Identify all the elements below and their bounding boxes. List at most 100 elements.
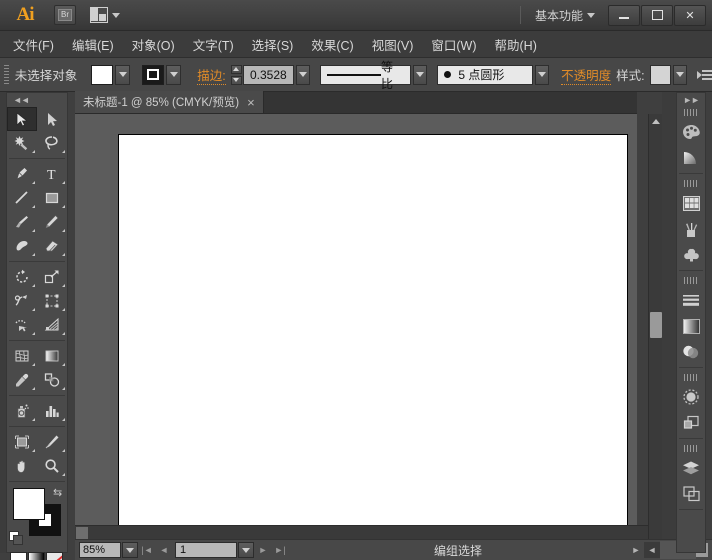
fill-swatch[interactable] bbox=[91, 65, 113, 85]
swatches-panel-icon[interactable] bbox=[678, 190, 704, 216]
fill-dropdown-button[interactable] bbox=[115, 65, 130, 85]
zoom-tool[interactable] bbox=[37, 454, 67, 478]
menu-select[interactable]: 选择(S) bbox=[243, 32, 303, 57]
status-collapse-button[interactable]: ◄ bbox=[644, 542, 660, 558]
lasso-tool[interactable] bbox=[37, 131, 67, 155]
rectangle-tool[interactable] bbox=[37, 186, 67, 210]
stroke-profile-dropdown-button[interactable] bbox=[413, 65, 427, 85]
graphic-style-dropdown-button[interactable] bbox=[673, 65, 687, 85]
brushes-panel-icon[interactable] bbox=[678, 216, 704, 242]
stroke-weight-label[interactable]: 描边: bbox=[197, 65, 225, 85]
launch-bridge-button[interactable]: Br bbox=[54, 5, 76, 25]
menu-effect[interactable]: 效果(C) bbox=[302, 32, 362, 57]
graphic-style-swatch[interactable] bbox=[650, 65, 671, 85]
gradient-panel-icon[interactable] bbox=[678, 313, 704, 339]
gradient-tool[interactable] bbox=[37, 344, 67, 368]
default-fill-stroke-icon[interactable] bbox=[9, 531, 22, 544]
transparency-panel-icon[interactable] bbox=[678, 339, 704, 365]
minimize-button[interactable] bbox=[608, 5, 640, 26]
pencil-tool[interactable] bbox=[37, 210, 67, 234]
canvas-area[interactable] bbox=[75, 114, 637, 539]
horizontal-scrollbar[interactable] bbox=[75, 525, 648, 539]
paintbrush-tool[interactable] bbox=[7, 210, 37, 234]
control-panel-menu-icon[interactable] bbox=[697, 67, 712, 83]
next-artboard-button[interactable]: ► bbox=[255, 542, 271, 558]
blend-tool[interactable] bbox=[37, 368, 67, 392]
stroke-weight-input[interactable]: 0.3528 bbox=[243, 65, 294, 85]
symbols-panel-icon[interactable] bbox=[678, 242, 704, 268]
menu-edit[interactable]: 编辑(E) bbox=[63, 32, 123, 57]
dock-group-grip[interactable] bbox=[684, 445, 698, 452]
fill-color-control[interactable] bbox=[91, 65, 130, 85]
dock-group-grip[interactable] bbox=[684, 374, 698, 381]
status-expand-button[interactable]: ► bbox=[628, 542, 644, 558]
control-bar-grip[interactable] bbox=[4, 65, 9, 85]
brush-definition-dropdown-button[interactable] bbox=[535, 65, 549, 85]
scroll-up-icon[interactable] bbox=[649, 114, 663, 128]
blob-brush-tool[interactable] bbox=[7, 234, 37, 258]
previous-artboard-button[interactable]: ◄ bbox=[156, 542, 172, 558]
menu-view[interactable]: 视图(V) bbox=[363, 32, 423, 57]
gradient-mode-button[interactable] bbox=[28, 552, 45, 560]
menu-window[interactable]: 窗口(W) bbox=[422, 32, 485, 57]
color-panel-icon[interactable] bbox=[678, 119, 704, 145]
pen-tool[interactable] bbox=[7, 162, 37, 186]
artboard-tool[interactable] bbox=[7, 430, 37, 454]
none-mode-button[interactable] bbox=[46, 552, 63, 560]
eraser-tool[interactable] bbox=[37, 234, 67, 258]
close-icon[interactable]: × bbox=[247, 95, 255, 110]
direct-selection-tool[interactable] bbox=[37, 107, 67, 131]
appearance-panel-icon[interactable] bbox=[678, 384, 704, 410]
rotate-tool[interactable] bbox=[7, 265, 37, 289]
toolbox-collapse-button[interactable]: ◄◄ bbox=[7, 93, 67, 107]
stroke-weight-stepper[interactable] bbox=[231, 65, 242, 85]
opacity-label[interactable]: 不透明度 bbox=[561, 65, 611, 85]
zoom-level-dropdown-button[interactable] bbox=[122, 542, 138, 558]
stroke-profile-select[interactable]: 等比 bbox=[320, 65, 411, 85]
slice-tool[interactable] bbox=[37, 430, 67, 454]
hand-tool[interactable] bbox=[7, 454, 37, 478]
color-guide-panel-icon[interactable] bbox=[678, 145, 704, 171]
workspace-switcher[interactable]: 基本功能 bbox=[520, 6, 595, 24]
close-button[interactable]: ✕ bbox=[674, 5, 706, 26]
artboard-number-input[interactable]: 1 bbox=[175, 542, 237, 558]
menu-help[interactable]: 帮助(H) bbox=[486, 32, 546, 57]
scale-tool[interactable] bbox=[37, 265, 67, 289]
menu-file[interactable]: 文件(F) bbox=[4, 32, 63, 57]
menu-type[interactable]: 文字(T) bbox=[184, 32, 243, 57]
maximize-button[interactable] bbox=[641, 5, 673, 26]
symbol-sprayer-tool[interactable] bbox=[7, 399, 37, 423]
swap-fill-stroke-icon[interactable]: ⇆ bbox=[53, 487, 65, 499]
layers-panel-icon[interactable] bbox=[678, 455, 704, 481]
document-tab[interactable]: 未标题-1 @ 85% (CMYK/预览) × bbox=[75, 91, 264, 113]
zoom-level-input[interactable]: 85% bbox=[79, 542, 121, 558]
magic-wand-tool[interactable] bbox=[7, 131, 37, 155]
stroke-panel-icon[interactable] bbox=[678, 287, 704, 313]
dock-group-grip[interactable] bbox=[684, 277, 698, 284]
artboard[interactable] bbox=[118, 134, 628, 539]
stroke-swatch[interactable] bbox=[142, 65, 164, 85]
vertical-scroll-thumb[interactable] bbox=[650, 312, 662, 338]
free-transform-tool[interactable] bbox=[37, 289, 67, 313]
vertical-scrollbar[interactable] bbox=[648, 114, 662, 539]
stepper-up-icon[interactable] bbox=[231, 65, 242, 74]
last-artboard-button[interactable]: ►| bbox=[272, 542, 288, 558]
brush-definition-select[interactable]: 5 点圆形 bbox=[437, 65, 532, 85]
dock-collapse-button[interactable]: ►► bbox=[683, 95, 699, 105]
menu-object[interactable]: 对象(O) bbox=[123, 32, 184, 57]
dock-group-grip[interactable] bbox=[684, 109, 698, 116]
dock-group-grip[interactable] bbox=[684, 180, 698, 187]
width-tool[interactable] bbox=[7, 289, 37, 313]
eyedropper-tool[interactable] bbox=[7, 368, 37, 392]
stroke-dropdown-button[interactable] bbox=[166, 65, 181, 85]
color-mode-button[interactable] bbox=[10, 552, 27, 560]
line-segment-tool[interactable] bbox=[7, 186, 37, 210]
column-graph-tool[interactable] bbox=[37, 399, 67, 423]
first-artboard-button[interactable]: |◄ bbox=[139, 542, 155, 558]
shape-builder-tool[interactable] bbox=[7, 313, 37, 337]
fill-color-swatch[interactable] bbox=[13, 488, 45, 520]
type-tool[interactable]: T bbox=[37, 162, 67, 186]
graphic-styles-panel-icon[interactable] bbox=[678, 410, 704, 436]
stepper-down-icon[interactable] bbox=[231, 76, 242, 85]
perspective-grid-tool[interactable] bbox=[37, 313, 67, 337]
